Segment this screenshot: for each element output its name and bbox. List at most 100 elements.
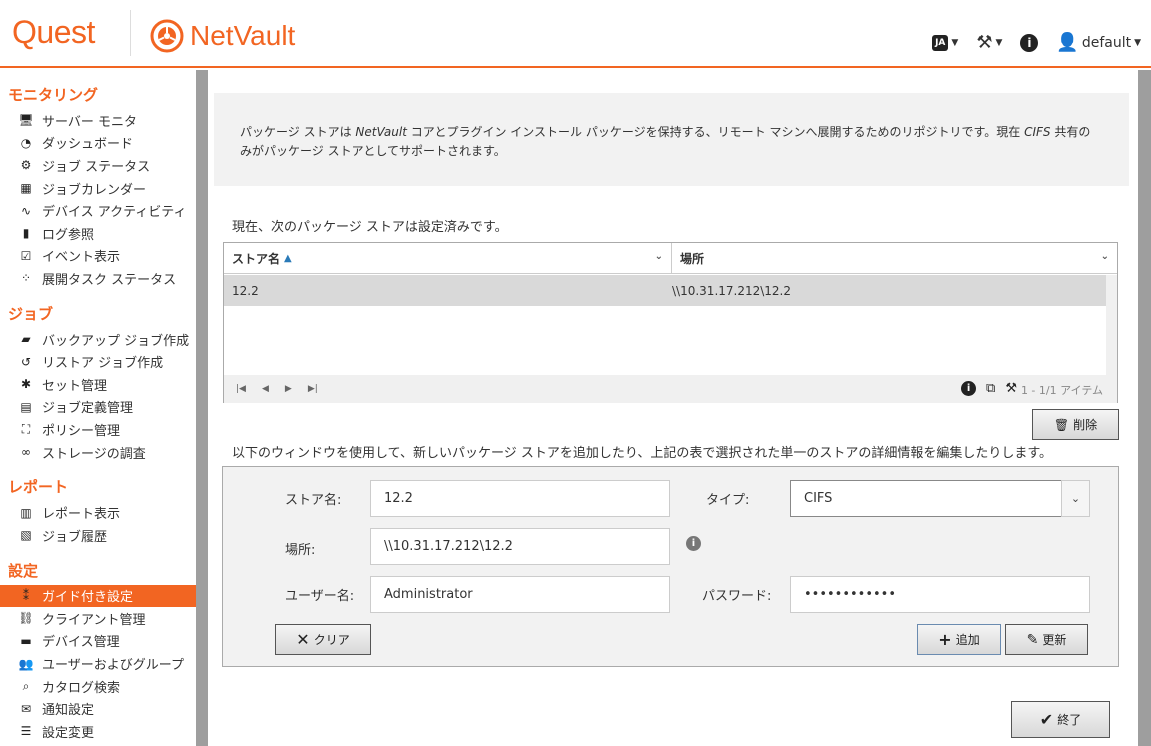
current-stores-label: 現在、次のパッケージ ストアは設定済みです。 bbox=[232, 220, 508, 235]
table-row[interactable]: 12.2 \\10.31.17.212\12.2 bbox=[224, 275, 1106, 306]
wrench-gear-icon[interactable]: ⚒ bbox=[1005, 381, 1017, 396]
notify-icon: ✉ bbox=[20, 701, 32, 716]
sort-ascending-icon: ▲ bbox=[284, 253, 292, 264]
sidebar-item[interactable]: ▮ ログ参照 bbox=[0, 222, 196, 245]
sidebar-item-label: ダッシュボード bbox=[42, 137, 134, 153]
sidebar: モニタリング 🖥 サーバー モニタ ◔ ダッシュボード ⚙ ジョブ ステータス ▦ ジョブカレン… bbox=[0, 70, 196, 746]
info-icon[interactable]: i bbox=[961, 381, 977, 396]
sidebar-item[interactable]: ⌕ カタログ検索 bbox=[0, 675, 196, 698]
sidebar-item[interactable]: ∞ ストレージの調査 bbox=[0, 441, 196, 464]
sidebar-item[interactable]: ⁑ ガイド付き設定 bbox=[0, 584, 196, 608]
cell-store-name: 12.2 bbox=[232, 283, 259, 298]
sidebar-item[interactable]: ✱ セット管理 bbox=[0, 373, 196, 396]
type-dropdown-button[interactable]: ⌄ bbox=[1061, 480, 1090, 517]
prev-page-icon[interactable]: ◀ bbox=[262, 384, 269, 394]
add-button[interactable]: + 追加 bbox=[917, 624, 1001, 655]
dashboard-icon: ◔ bbox=[20, 135, 32, 150]
location-info-icon[interactable]: i bbox=[686, 536, 701, 551]
sidebar-item[interactable]: ⛓ クライアント管理 bbox=[0, 607, 196, 630]
sidebar-item-label: ポリシー管理 bbox=[42, 423, 121, 439]
store-name-input[interactable]: 12.2 bbox=[370, 480, 670, 517]
settings-icon: ☰ bbox=[20, 724, 32, 739]
column-location[interactable]: 場所 ⌄ bbox=[672, 243, 1117, 274]
form-instructions: 以下のウィンドウを使用して、新しいパッケージ ストアを追加したり、上記の表で選択… bbox=[232, 446, 1053, 461]
pager: |◀ ◀ ▶ ▶| bbox=[224, 384, 318, 394]
package-store-table: ストア名 ▲ ⌄ 場所 ⌄ 12.2 \\10.31.17.212\12.2 |… bbox=[223, 242, 1118, 403]
chevron-down-icon[interactable]: ⌄ bbox=[1101, 251, 1109, 262]
sets-icon: ✱ bbox=[20, 377, 32, 392]
sidebar-item[interactable]: ⚙ ジョブ ステータス bbox=[0, 154, 196, 177]
sidebar-item[interactable]: ▰ バックアップ ジョブ作成 bbox=[0, 328, 196, 351]
sidebar-item[interactable]: ▧ ジョブ履歴 bbox=[0, 524, 196, 547]
info-text: パッケージ ストアは bbox=[240, 125, 356, 139]
last-page-icon[interactable]: ▶| bbox=[308, 384, 318, 394]
sidebar-item-label: ジョブ ステータス bbox=[42, 159, 151, 175]
users-icon: 👥 bbox=[18, 656, 34, 671]
sidebar-item[interactable]: ∿ デバイス アクティビティ bbox=[0, 199, 196, 222]
client-icon: ⛓ bbox=[18, 611, 34, 626]
sidebar-item-label: イベント表示 bbox=[42, 250, 121, 266]
column-label: 場所 bbox=[680, 252, 705, 266]
update-button[interactable]: ✎ 更新 bbox=[1005, 624, 1088, 655]
info-button[interactable]: i bbox=[1020, 33, 1039, 52]
sidebar-item-label: ジョブ履歴 bbox=[42, 529, 108, 545]
sidebar-item-label: セット管理 bbox=[42, 378, 108, 394]
sidebar-item[interactable]: ⁘ 展開タスク ステータス bbox=[0, 267, 196, 290]
main-scrollbar[interactable] bbox=[1138, 70, 1151, 746]
delete-button[interactable]: 🗑 削除 bbox=[1032, 409, 1119, 440]
add-label: 追加 bbox=[955, 633, 980, 647]
sidebar-item-label: デバイス アクティビティ bbox=[42, 205, 187, 221]
history-icon: ▧ bbox=[20, 528, 32, 543]
chevron-down-icon: ▼ bbox=[1134, 37, 1141, 48]
sidebar-item[interactable]: ✉ 通知設定 bbox=[0, 697, 196, 720]
password-input[interactable]: •••••••••••• bbox=[790, 576, 1090, 613]
sidebar-item-label: カタログ検索 bbox=[42, 680, 121, 696]
footsteps-icon: ⁑ bbox=[23, 588, 29, 603]
quest-logo: Quest bbox=[12, 14, 95, 50]
next-page-icon[interactable]: ▶ bbox=[285, 384, 292, 394]
sidebar-item[interactable]: 🖥 サーバー モニタ bbox=[0, 109, 196, 132]
language-menu[interactable]: JA ▼ bbox=[932, 34, 959, 51]
user-menu[interactable]: 👤 default ▼ bbox=[1056, 32, 1141, 53]
sidebar-item[interactable]: ◔ ダッシュボード bbox=[0, 132, 196, 155]
type-select[interactable]: CIFS bbox=[790, 480, 1062, 517]
chevron-down-icon: ▼ bbox=[995, 37, 1003, 48]
sidebar-item[interactable]: ☰ 設定変更 bbox=[0, 720, 196, 743]
main-content: パッケージ ストアは NetVault コアとプラグイン インストール パッケー… bbox=[208, 70, 1138, 746]
column-store-name[interactable]: ストア名 ▲ ⌄ bbox=[224, 243, 672, 274]
info-icon: i bbox=[1020, 33, 1039, 52]
finish-button[interactable]: ✔ 終了 bbox=[1011, 701, 1110, 738]
deploy-status-icon: ⁘ bbox=[20, 271, 32, 286]
tools-menu[interactable]: ⚒ ▼ bbox=[976, 32, 1002, 53]
clear-button[interactable]: ✕ クリア bbox=[275, 624, 371, 655]
edit-icon: ✎ bbox=[1026, 631, 1039, 648]
table-scrollbar[interactable] bbox=[1106, 275, 1117, 375]
sidebar-section-title: 設定 bbox=[8, 561, 39, 580]
chevron-down-icon: ▼ bbox=[951, 37, 959, 48]
sidebar-item[interactable]: ⛶ ポリシー管理 bbox=[0, 418, 196, 441]
sidebar-item[interactable]: ↺ リストア ジョブ作成 bbox=[0, 350, 196, 373]
first-page-icon[interactable]: |◀ bbox=[236, 384, 246, 394]
sidebar-item-label: ガイド付き設定 bbox=[42, 590, 134, 606]
store-form: ストア名: 12.2 タイプ: CIFS ⌄ 場所: \\10.31.17.21… bbox=[222, 466, 1119, 667]
sidebar-item[interactable]: ▤ ジョブ定義管理 bbox=[0, 396, 196, 419]
user-name: default bbox=[1081, 34, 1132, 51]
sidebar-item[interactable]: ☑ イベント表示 bbox=[0, 245, 196, 268]
location-label: 場所: bbox=[285, 543, 316, 558]
open-external-icon[interactable]: ⧉ bbox=[986, 381, 995, 396]
netvault-logo-text: NetVault bbox=[190, 20, 296, 51]
sidebar-scrollbar[interactable] bbox=[196, 70, 208, 746]
netvault-logo-icon bbox=[150, 19, 184, 53]
finish-label: 終了 bbox=[1057, 713, 1082, 727]
username-input[interactable]: Administrator bbox=[370, 576, 670, 613]
sidebar-item-label: ログ参照 bbox=[42, 227, 95, 243]
location-input[interactable]: \\10.31.17.212\12.2 bbox=[370, 528, 670, 565]
sidebar-item[interactable]: ▥ レポート表示 bbox=[0, 501, 196, 524]
sidebar-item[interactable]: ▬ デバイス管理 bbox=[0, 630, 196, 653]
sidebar-item[interactable]: 👥 ユーザーおよびグループ bbox=[0, 652, 196, 675]
chevron-down-icon[interactable]: ⌄ bbox=[655, 251, 663, 262]
sidebar-item-label: バックアップ ジョブ作成 bbox=[42, 333, 190, 349]
report-icon: ▥ bbox=[20, 505, 32, 520]
sidebar-item[interactable]: ▦ ジョブカレンダー bbox=[0, 177, 196, 200]
sidebar-item-label: デバイス管理 bbox=[42, 635, 120, 651]
